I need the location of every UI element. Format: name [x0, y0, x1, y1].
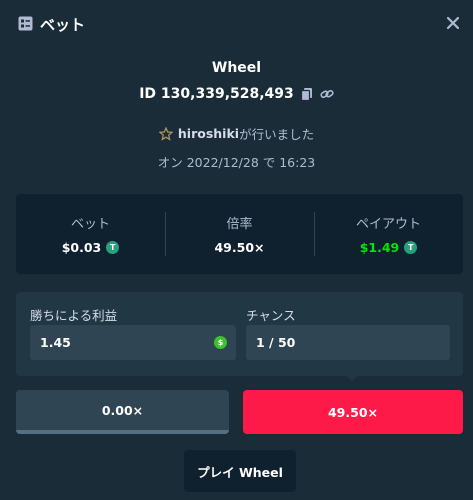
stat-bet-value-row: $0.03 T: [62, 240, 120, 255]
stat-multiplier-value: 49.50×: [214, 240, 265, 255]
stat-payout-value-row: $1.49 T: [360, 240, 418, 255]
segment-high-multiplier[interactable]: 49.50×: [243, 390, 463, 434]
chance-field[interactable]: 1 / 50: [246, 325, 450, 360]
modal-title: ベット: [40, 16, 86, 34]
stat-payout: ペイアウト $1.49 T: [314, 194, 463, 274]
tether-icon: T: [106, 241, 120, 254]
star-icon: [158, 126, 173, 141]
bet-id: ID 130,339,528,493: [139, 86, 294, 102]
stat-bet-value: $0.03: [61, 240, 102, 255]
chance-label: チャンス: [246, 308, 296, 323]
link-icon[interactable]: [320, 87, 334, 101]
game-name: Wheel: [211, 60, 262, 76]
bet-id-row: ID 130,339,528,493: [0, 86, 473, 102]
stat-multiplier: 倍率 49.50×: [165, 194, 314, 274]
profit-label: 勝ちによる利益: [30, 308, 118, 323]
stat-bet: ベット $0.03 T: [16, 194, 165, 274]
stat-bet-label: ベット: [70, 217, 110, 232]
player-suffix: が行いました: [239, 127, 315, 142]
player-row: hiroshiki が行いました: [0, 124, 473, 143]
close-button[interactable]: [443, 13, 463, 33]
bet-slip-icon: [18, 16, 33, 31]
dollar-coin-icon: $: [214, 336, 227, 349]
stat-multiplier-label: 倍率: [226, 217, 253, 232]
copy-icon[interactable]: [300, 87, 314, 101]
chance-value: 1 / 50: [256, 335, 296, 350]
bet-date: オン 2022/12/28 で 16:23: [157, 155, 316, 170]
bet-details-fields: 勝ちによる利益 1.45 $ チャンス 1 / 50: [16, 292, 463, 376]
profit-field[interactable]: 1.45 $: [30, 325, 236, 360]
segment-low-multiplier[interactable]: 0.00×: [16, 390, 229, 434]
close-icon: [447, 17, 459, 29]
modal-header: ベット: [0, 0, 473, 46]
stat-payout-label: ペイアウト: [355, 217, 421, 232]
tether-icon: T: [404, 241, 418, 254]
selected-segment-pointer: [346, 375, 358, 381]
stat-payout-value: $1.49: [359, 240, 400, 255]
profit-value: 1.45: [40, 335, 71, 350]
play-game-button[interactable]: プレイ Wheel: [184, 450, 296, 492]
player-name[interactable]: hiroshiki: [178, 126, 239, 141]
bet-stats-panel: ベット $0.03 T 倍率 49.50× ペイアウト $1.49 T: [16, 194, 463, 274]
